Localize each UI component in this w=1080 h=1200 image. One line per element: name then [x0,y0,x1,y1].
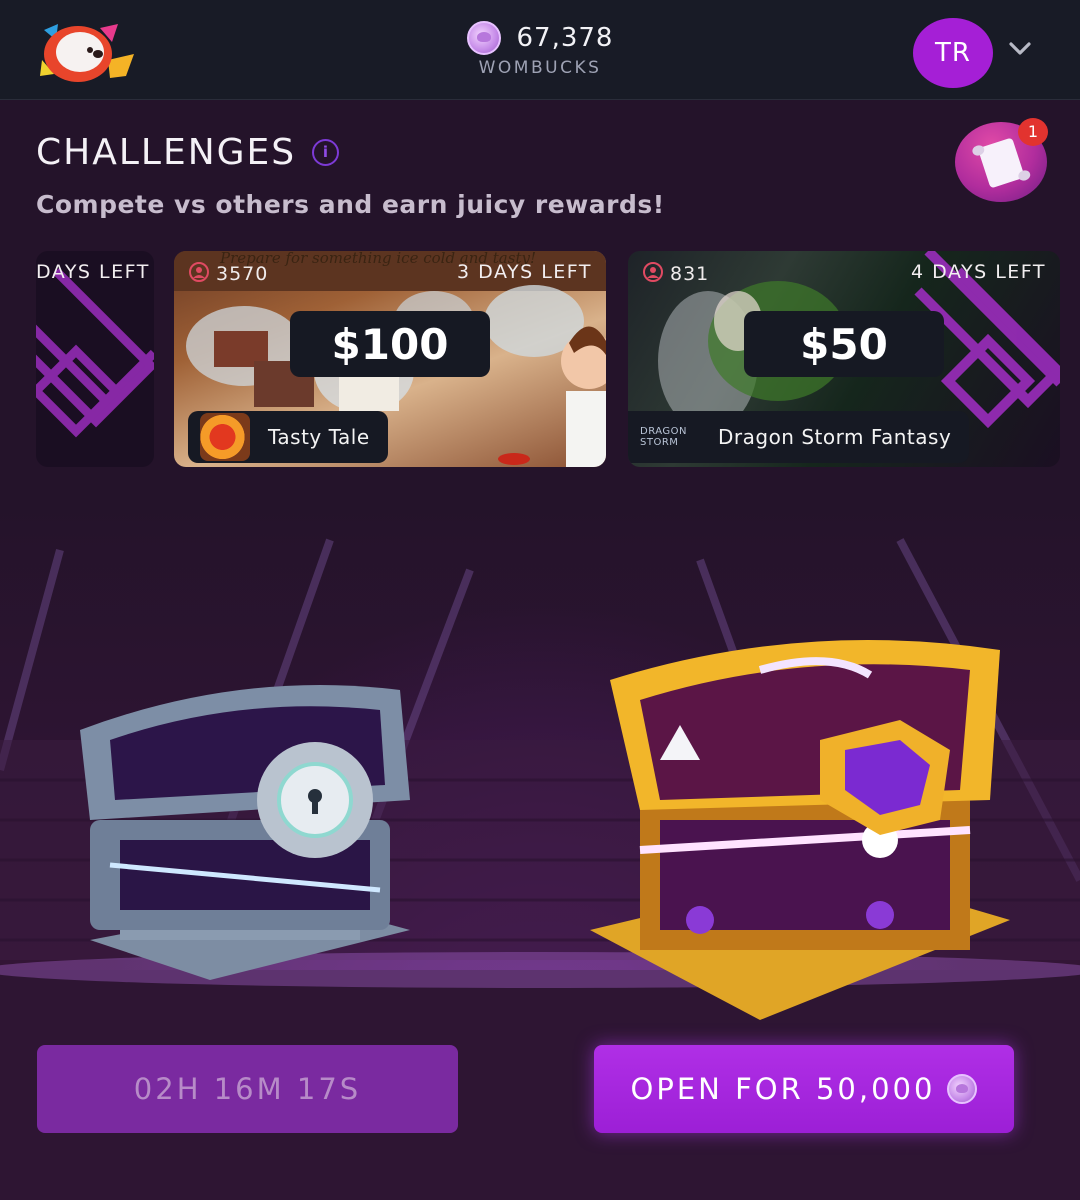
card-pattern-graphic [36,267,154,438]
wallet-balance[interactable]: 67,378 WOMBUCKS [440,20,640,82]
balance-currency-label: WOMBUCKS [478,58,602,78]
days-left: DAYS LEFT [36,261,150,283]
game-name: Tasty Tale [268,425,370,449]
user-avatar[interactable]: TR [913,18,993,88]
participants-count: 3570 [188,261,268,285]
participants-value: 3570 [216,263,269,285]
wombuck-coin-icon [466,21,501,55]
days-left: 4 DAYS LEFT [911,261,1046,283]
prize-amount: $50 [744,311,944,377]
page-title: CHALLENGES [36,132,297,173]
challenge-card[interactable]: 831 4 DAYS LEFT $50 DRAGON STORM Dragon … [628,251,1060,467]
top-bar: 67,378 WOMBUCKS TR [0,0,1080,100]
dragon-storm-logo: DRAGON STORM [640,426,688,448]
free-chest-timer-button[interactable]: 02H 16M 17S [37,1045,458,1133]
notification-badge: 1 [1018,118,1048,146]
user-icon [643,262,663,282]
prize-amount: $100 [290,311,490,377]
info-icon[interactable]: i [312,139,339,166]
participants-value: 831 [670,263,710,285]
silver-chest-graphic [80,685,410,980]
participants-count: 831 [642,261,709,285]
game-name: Dragon Storm Fantasy [718,425,952,449]
open-chest-label: OPEN FOR 50,000 [630,1072,936,1106]
game-label: DRAGON STORM Dragon Storm Fantasy [628,411,970,463]
days-left: 3 DAYS LEFT [457,261,592,283]
balance-value: 67,378 [516,23,614,53]
tasty-tale-game-icon [200,413,250,461]
game-label: Tasty Tale [188,411,388,463]
challenge-card[interactable]: Prepare for something ice cold and tasty… [174,251,606,467]
app-logo-icon[interactable] [38,20,138,84]
wombuck-coin-icon [947,1074,978,1104]
challenge-card[interactable]: DAYS LEFT [36,251,154,467]
chevron-down-icon[interactable] [1008,38,1032,58]
open-chest-button[interactable]: OPEN FOR 50,000 [594,1045,1014,1133]
page-subtitle: Compete vs others and earn juicy rewards… [36,190,665,219]
user-icon [189,262,209,282]
